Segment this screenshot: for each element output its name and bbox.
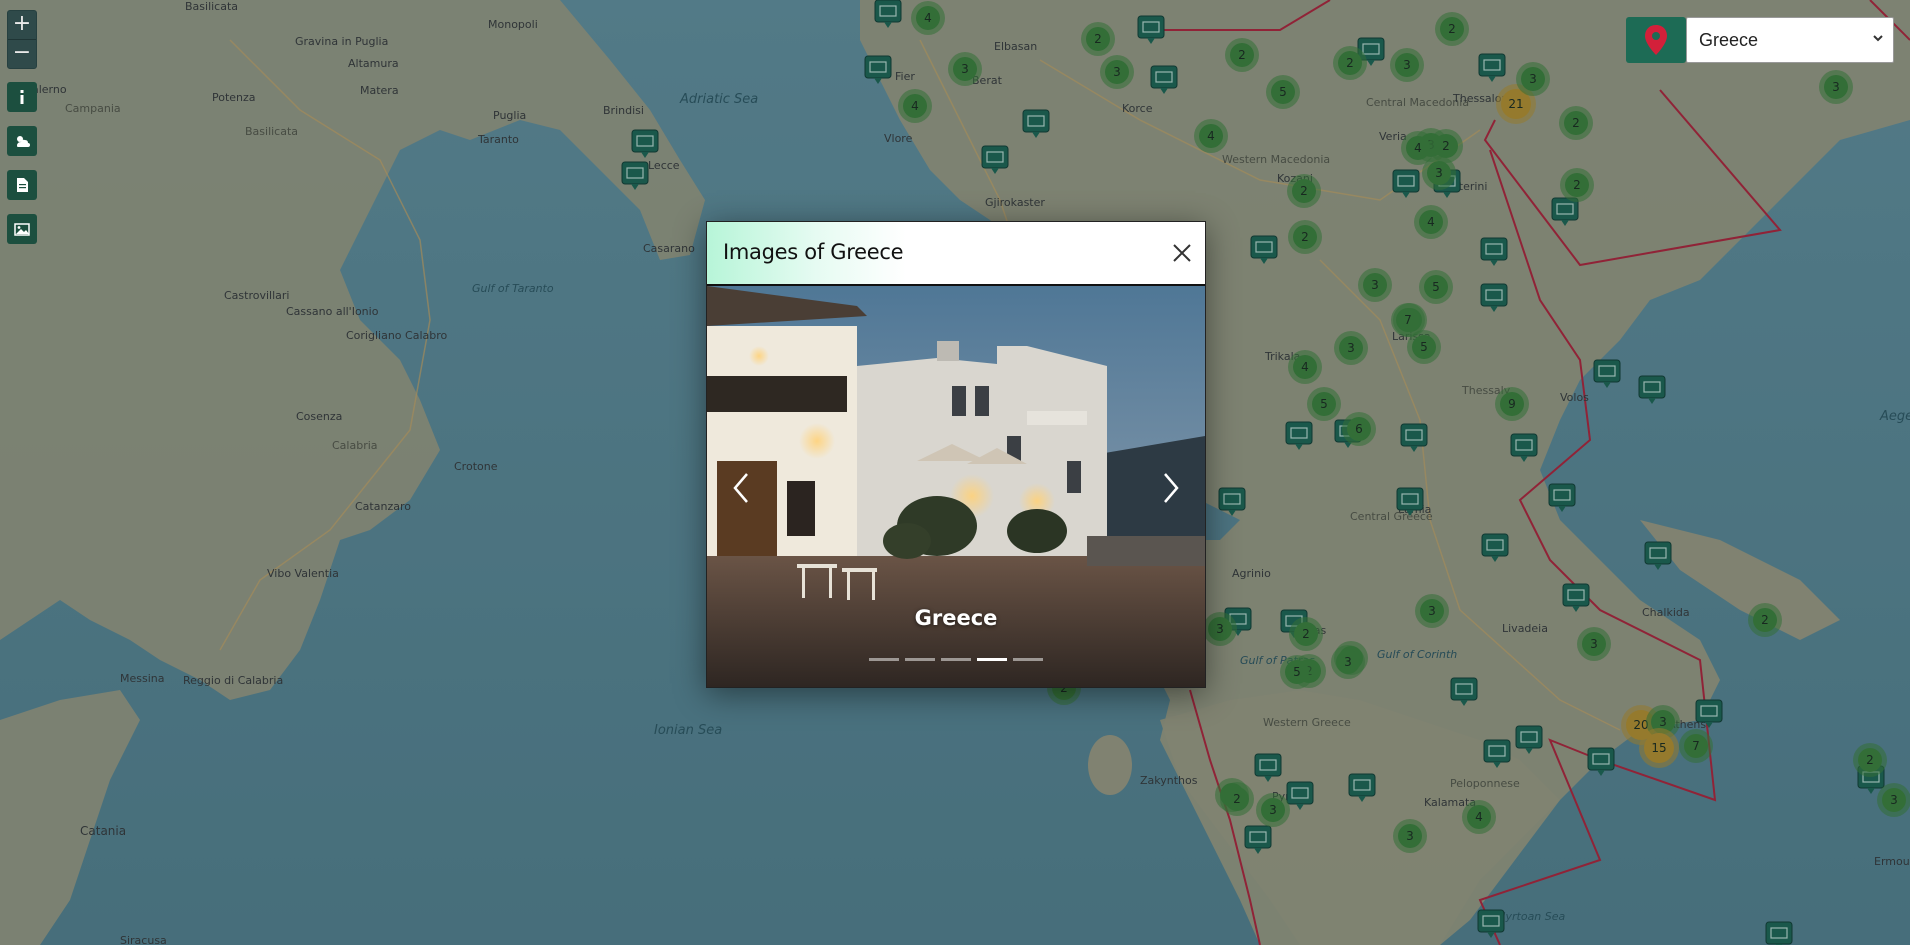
weather-button[interactable] <box>7 126 37 156</box>
image-carousel[interactable]: Greece <box>707 286 1205 687</box>
carousel-indicator[interactable] <box>905 658 935 661</box>
zoom-control: + − <box>7 10 37 69</box>
cloud-sun-icon <box>17 136 30 147</box>
carousel-indicator[interactable] <box>941 658 971 661</box>
chevron-right-icon[interactable] <box>1155 468 1185 508</box>
info-button[interactable] <box>7 82 37 112</box>
chevron-left-icon[interactable] <box>727 468 757 508</box>
close-icon[interactable] <box>1169 240 1195 266</box>
document-icon <box>17 178 28 192</box>
info-icon <box>20 90 24 104</box>
document-button[interactable] <box>7 170 37 200</box>
carousel-indicators <box>869 658 1043 661</box>
carousel-indicator[interactable] <box>977 658 1007 661</box>
modal-title: Images of Greece <box>723 240 904 264</box>
images-modal: Images of Greece Greece <box>706 221 1206 688</box>
carousel-indicator[interactable] <box>1013 658 1043 661</box>
image-icon <box>14 223 30 236</box>
zoom-in-button[interactable]: + <box>8 11 36 39</box>
carousel-indicator[interactable] <box>869 658 899 661</box>
zoom-out-button[interactable]: − <box>8 39 36 68</box>
images-button[interactable] <box>7 214 37 244</box>
map-pin-icon <box>1645 25 1667 55</box>
country-select[interactable]: Greece <box>1686 17 1894 63</box>
chevron-down-icon <box>1873 35 1883 42</box>
modal-header: Images of Greece <box>707 222 1205 286</box>
slide-caption: Greece <box>914 606 998 630</box>
location-pin-button[interactable] <box>1626 17 1686 63</box>
